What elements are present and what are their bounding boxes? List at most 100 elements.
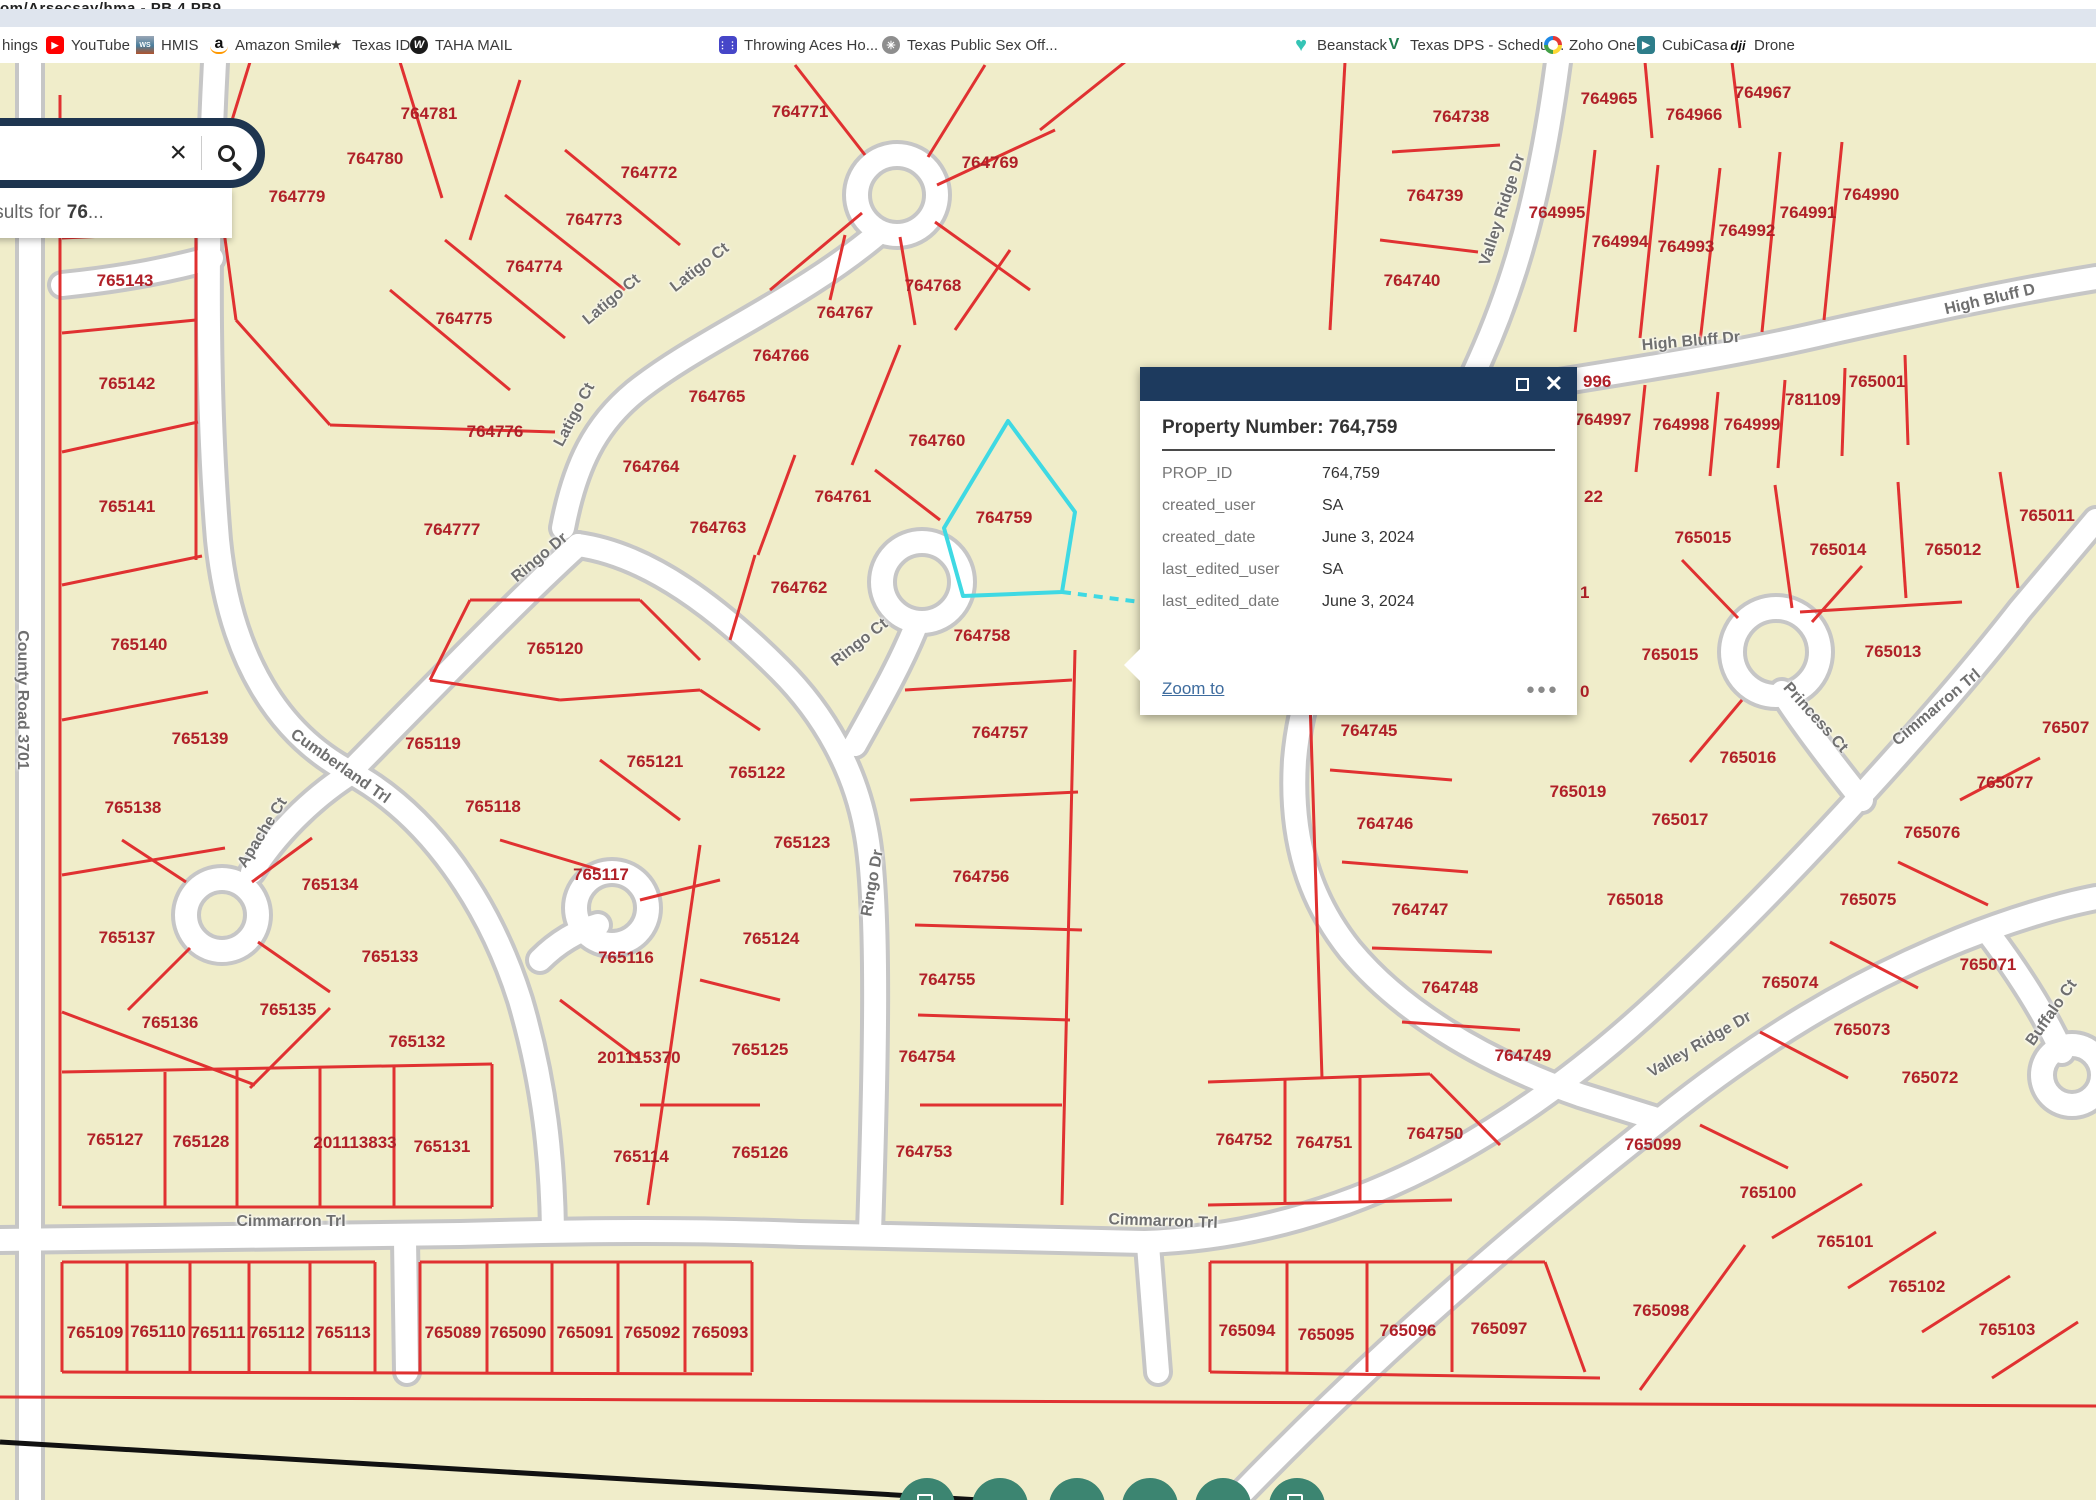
parcel-label-764740[interactable]: 764740 bbox=[1384, 271, 1441, 291]
parcel-label-765097[interactable]: 765097 bbox=[1471, 1319, 1528, 1339]
parcel-label-764773[interactable]: 764773 bbox=[566, 210, 623, 230]
parcel-label-764754[interactable]: 764754 bbox=[899, 1047, 956, 1067]
parcel-label-201113833[interactable]: 201113833 bbox=[313, 1133, 396, 1153]
parcel-label-764997[interactable]: 764997 bbox=[1575, 410, 1632, 430]
map-tool-button-3[interactable] bbox=[1049, 1478, 1105, 1500]
parcel-label-765125[interactable]: 765125 bbox=[732, 1040, 789, 1060]
parcel-label-764748[interactable]: 764748 bbox=[1422, 978, 1479, 998]
search-icon[interactable] bbox=[218, 145, 235, 162]
parcel-label-765093[interactable]: 765093 bbox=[692, 1323, 749, 1343]
bookmark-zoho-one[interactable]: Zoho One bbox=[1544, 31, 1636, 59]
parcel-label-764991[interactable]: 764991 bbox=[1780, 203, 1837, 223]
parcel-label-764777[interactable]: 764777 bbox=[424, 520, 481, 540]
parcel-label-764768[interactable]: 764768 bbox=[905, 276, 962, 296]
parcel-label-765011[interactable]: 765011 bbox=[2019, 506, 2075, 526]
parcel-label-764756[interactable]: 764756 bbox=[953, 867, 1010, 887]
bookmark-cubicasa[interactable]: ▶CubiCasa bbox=[1637, 31, 1728, 59]
parcel-label-764779[interactable]: 764779 bbox=[269, 187, 326, 207]
parcel-label-764745[interactable]: 764745 bbox=[1341, 721, 1398, 741]
parcel-label-765016[interactable]: 765016 bbox=[1720, 748, 1777, 768]
maximize-icon[interactable] bbox=[1516, 378, 1529, 391]
parcel-label-765123[interactable]: 765123 bbox=[774, 833, 831, 853]
parcel-label-765013[interactable]: 765013 bbox=[1865, 642, 1922, 662]
bookmark-texas-dps-schedul[interactable]: VTexas DPS - Schedul... bbox=[1385, 31, 1564, 59]
parcel-label-765139[interactable]: 765139 bbox=[172, 729, 229, 749]
parcel-label-765138[interactable]: 765138 bbox=[105, 798, 162, 818]
parcel-label-764762[interactable]: 764762 bbox=[771, 578, 828, 598]
parcel-label-765137[interactable]: 765137 bbox=[99, 928, 156, 948]
parcel-label-764750[interactable]: 764750 bbox=[1407, 1124, 1464, 1144]
parcel-label-764763[interactable]: 764763 bbox=[690, 518, 747, 538]
parcel-label-765101[interactable]: 765101 bbox=[1817, 1232, 1874, 1252]
parcel-label-765094[interactable]: 765094 bbox=[1219, 1321, 1276, 1341]
parcel-label-765128[interactable]: 765128 bbox=[173, 1132, 230, 1152]
parcel-label-765141[interactable]: 765141 bbox=[99, 497, 156, 517]
parcel-label-765074[interactable]: 765074 bbox=[1762, 973, 1819, 993]
parcel-label-764774[interactable]: 764774 bbox=[506, 257, 563, 277]
parcel-label-764966[interactable]: 764966 bbox=[1666, 105, 1723, 125]
bookmark-beanstack[interactable]: ♥Beanstack bbox=[1292, 31, 1387, 59]
parcel-label-765089[interactable]: 765089 bbox=[425, 1323, 482, 1343]
parcel-label-765100[interactable]: 765100 bbox=[1740, 1183, 1797, 1203]
parcel-label-764775[interactable]: 764775 bbox=[436, 309, 493, 329]
parcel-label-765099[interactable]: 765099 bbox=[1625, 1135, 1682, 1155]
parcel-label-765140[interactable]: 765140 bbox=[111, 635, 168, 655]
map-tool-button-4[interactable] bbox=[1122, 1478, 1178, 1500]
parcel-label-765015[interactable]: 765015 bbox=[1642, 645, 1699, 665]
parcel-label-765132[interactable]: 765132 bbox=[389, 1032, 446, 1052]
parcel-label-765096[interactable]: 765096 bbox=[1380, 1321, 1437, 1341]
parcel-label-765143[interactable]: 765143 bbox=[97, 271, 154, 291]
parcel-label-781109[interactable]: 781109 bbox=[1785, 390, 1841, 410]
parcel-label-765136[interactable]: 765136 bbox=[142, 1013, 199, 1033]
parcel-label-764739[interactable]: 764739 bbox=[1407, 186, 1464, 206]
search-results-dropdown[interactable]: ch results for 76 ... bbox=[0, 188, 232, 238]
map-tool-button-5[interactable] bbox=[1195, 1478, 1251, 1500]
parcel-label-765077[interactable]: 765077 bbox=[1977, 773, 2034, 793]
parcel-label-764749[interactable]: 764749 bbox=[1495, 1046, 1552, 1066]
bookmark-texas-id[interactable]: ★Texas ID bbox=[327, 31, 410, 59]
parcel-label-764752[interactable]: 764752 bbox=[1216, 1130, 1273, 1150]
parcel-label-765133[interactable]: 765133 bbox=[362, 947, 419, 967]
parcel-label-764771[interactable]: 764771 bbox=[772, 102, 829, 122]
parcel-label-765017[interactable]: 765017 bbox=[1652, 810, 1709, 830]
parcel-label-765112[interactable]: 765112 bbox=[249, 1323, 305, 1343]
bookmark-throwing-aces-ho[interactable]: ⋮⋮Throwing Aces Ho... bbox=[719, 31, 878, 59]
parcel-label-765111[interactable]: 765111 bbox=[191, 1323, 246, 1343]
parcel-label-765118[interactable]: 765118 bbox=[465, 797, 521, 817]
map-tool-button-1[interactable] bbox=[899, 1478, 955, 1500]
parcel-label-764769[interactable]: 764769 bbox=[962, 153, 1019, 173]
parcel-label-765001[interactable]: 765001 bbox=[1849, 372, 1906, 392]
bookmark-amazon-smile[interactable]: aAmazon Smile bbox=[210, 31, 332, 59]
parcel-label-764757[interactable]: 764757 bbox=[972, 723, 1029, 743]
parcel-label-764992[interactable]: 764992 bbox=[1719, 221, 1776, 241]
parcel-label-765075[interactable]: 765075 bbox=[1840, 890, 1897, 910]
parcel-label-764738[interactable]: 764738 bbox=[1433, 107, 1490, 127]
parcel-label-764747[interactable]: 764747 bbox=[1392, 900, 1449, 920]
parcel-label-765117[interactable]: 765117 bbox=[573, 865, 629, 885]
clear-search-icon[interactable]: × bbox=[155, 138, 201, 168]
parcel-label-765135[interactable]: 765135 bbox=[260, 1000, 317, 1020]
parcel-label-764998[interactable]: 764998 bbox=[1653, 415, 1710, 435]
parcel-label-765076[interactable]: 765076 bbox=[1904, 823, 1961, 843]
parcel-label-765134[interactable]: 765134 bbox=[302, 875, 359, 895]
bookmark-youtube[interactable]: ▶YouTube bbox=[46, 31, 130, 59]
parcel-label-764764[interactable]: 764764 bbox=[623, 457, 680, 477]
map-canvas[interactable]: 7647817647807647797647717647727647737647… bbox=[0, 63, 2096, 1500]
parcel-label-765073[interactable]: 765073 bbox=[1834, 1020, 1891, 1040]
parcel-label-764993[interactable]: 764993 bbox=[1658, 237, 1715, 257]
parcel-label-765124[interactable]: 765124 bbox=[743, 929, 800, 949]
parcel-label-765114[interactable]: 765114 bbox=[613, 1147, 669, 1167]
parcel-label-765095[interactable]: 765095 bbox=[1298, 1325, 1355, 1345]
parcel-label-765090[interactable]: 765090 bbox=[490, 1323, 547, 1343]
parcel-label-765126[interactable]: 765126 bbox=[732, 1143, 789, 1163]
parcel-label-764755[interactable]: 764755 bbox=[919, 970, 976, 990]
parcel-label-764759[interactable]: 764759 bbox=[976, 508, 1033, 528]
parcel-label-765120[interactable]: 765120 bbox=[527, 639, 584, 659]
bookmark-hmis[interactable]: WSHMIS bbox=[136, 31, 199, 59]
parcel-label-765098[interactable]: 765098 bbox=[1633, 1301, 1690, 1321]
parcel-label-765015[interactable]: 765015 bbox=[1675, 528, 1732, 548]
parcel-label-764776[interactable]: 764776 bbox=[467, 422, 524, 442]
map-tool-button-6[interactable] bbox=[1269, 1478, 1325, 1500]
parcel-label-764758[interactable]: 764758 bbox=[954, 626, 1011, 646]
map-tool-button-2[interactable] bbox=[972, 1478, 1028, 1500]
